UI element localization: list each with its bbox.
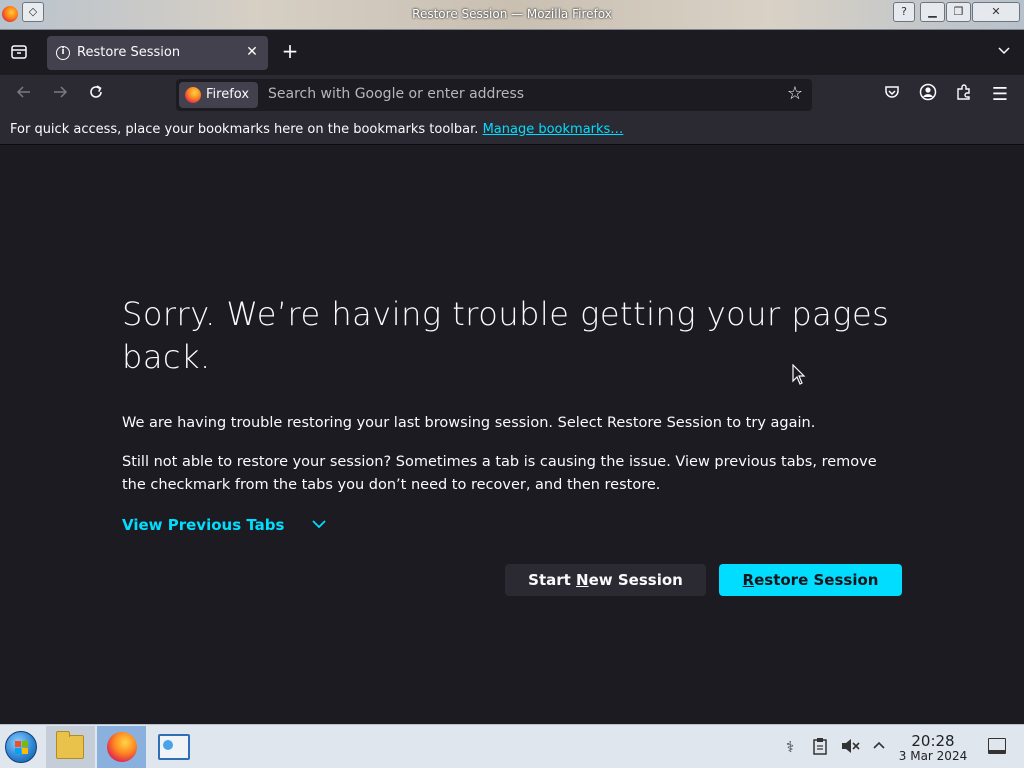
bookmarks-toolbar: For quick access, place your bookmarks h… — [0, 115, 1024, 145]
restore-session-mnemonic: R — [742, 571, 755, 589]
view-previous-tabs-toggle[interactable]: View Previous Tabs — [122, 516, 284, 534]
tab-label: Restore Session — [77, 45, 181, 60]
url-input[interactable]: Search with Google or enter address — [268, 86, 768, 102]
address-bar[interactable]: Firefox Search with Google or enter addr… — [176, 79, 812, 111]
chevron-down-icon[interactable] — [994, 42, 1014, 62]
start-new-session-mnemonic: N — [576, 571, 589, 589]
window-minimize-button[interactable]: ▁ — [920, 2, 945, 22]
hamburger-menu-icon[interactable]: ☰ — [988, 83, 1012, 107]
manage-bookmarks-link[interactable]: Manage bookmarks… — [483, 122, 624, 137]
error-description: We are having trouble restoring your las… — [122, 415, 816, 431]
clipboard-tray-icon[interactable] — [810, 737, 830, 757]
firefox-icon — [185, 87, 201, 103]
chevron-up-icon[interactable] — [869, 737, 889, 757]
taskbar: ⚕ 20:28 3 Mar 2024 — [0, 724, 1024, 768]
window-close-button[interactable]: ✕ — [972, 2, 1020, 22]
window-title: Restore Session — Mozilla Firefox — [412, 7, 612, 21]
window-maximize-button[interactable]: ❐ — [946, 2, 971, 22]
start-new-session-button[interactable]: Start New Session — [505, 564, 706, 596]
tab-strip: i Restore Session ✕ + — [0, 31, 1024, 75]
folder-icon — [56, 731, 84, 759]
info-icon: i — [56, 46, 70, 60]
new-tab-button[interactable]: + — [280, 41, 300, 63]
control-panel-icon — [158, 734, 190, 760]
forward-button[interactable] — [48, 83, 72, 107]
start-new-session-label-a: Start — [528, 571, 577, 589]
restore-session-label-b: estore Session — [754, 571, 879, 589]
back-button[interactable] — [12, 83, 36, 107]
bookmarks-hint-text: For quick access, place your bookmarks h… — [10, 122, 479, 137]
page-content: Sorry. We’re having trouble getting your… — [0, 146, 1024, 724]
show-desktop-icon[interactable] — [988, 738, 1006, 754]
reload-button[interactable] — [84, 83, 108, 107]
firefox-icon — [107, 732, 137, 762]
tab-restore-session[interactable]: i Restore Session ✕ — [47, 36, 268, 70]
taskbar-file-manager[interactable] — [46, 726, 95, 768]
mouse-pointer-icon — [792, 363, 806, 386]
clock-time[interactable]: 20:28 — [900, 732, 966, 750]
volume-muted-icon[interactable] — [840, 737, 860, 757]
list-all-tabs-icon[interactable] — [8, 43, 30, 63]
identity-label: Firefox — [206, 87, 250, 102]
restore-session-button[interactable]: Restore Session — [719, 564, 902, 596]
window-help-button[interactable]: ? — [893, 2, 915, 22]
clock-date[interactable]: 3 Mar 2024 — [894, 749, 972, 763]
close-tab-icon[interactable]: ✕ — [245, 44, 259, 60]
taskbar-control-panel[interactable] — [148, 726, 197, 768]
start-new-session-label-b: ew Session — [588, 571, 683, 589]
error-hint: Still not able to restore your session? … — [122, 454, 877, 493]
chevron-down-icon[interactable] — [310, 515, 328, 533]
bookmark-star-icon[interactable]: ☆ — [784, 83, 806, 105]
network-tray-icon[interactable]: ⚕ — [780, 737, 800, 757]
navigation-toolbar: Firefox Search with Google or enter addr… — [0, 75, 1024, 115]
identity-box[interactable]: Firefox — [179, 82, 258, 108]
pocket-icon[interactable] — [880, 83, 904, 107]
bookmarks-hint: For quick access, place your bookmarks h… — [10, 122, 623, 137]
extensions-icon[interactable] — [952, 83, 976, 107]
start-menu-button[interactable] — [5, 731, 37, 763]
account-icon[interactable] — [916, 83, 940, 107]
taskbar-firefox[interactable] — [97, 726, 146, 768]
window-titlebar: ◇ Restore Session — Mozilla Firefox ? ▁ … — [0, 0, 1024, 30]
